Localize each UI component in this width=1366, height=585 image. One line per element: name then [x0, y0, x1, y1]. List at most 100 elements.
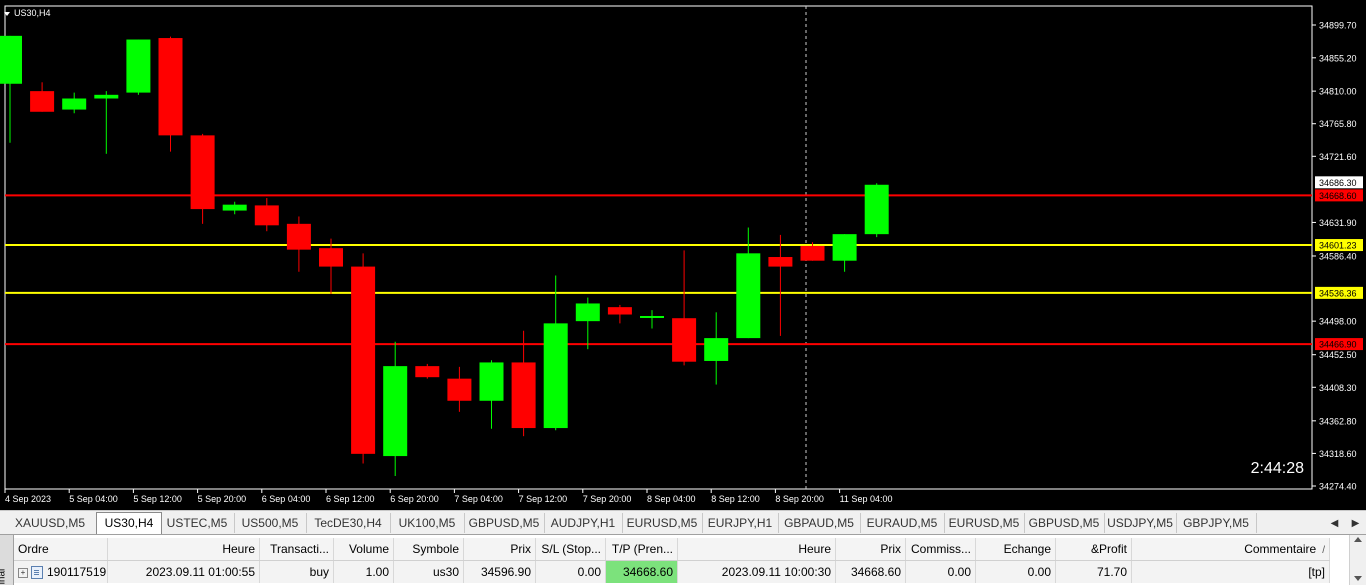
chart-tab[interactable]: GBPUSD,M5: [1024, 513, 1105, 533]
candle-body[interactable]: [864, 184, 889, 235]
column-header-label: T/P (Pren...: [611, 542, 673, 556]
candle-body[interactable]: [511, 362, 536, 429]
column-header-label: Heure: [222, 542, 255, 556]
candle-body[interactable]: [94, 94, 119, 99]
chart-tab[interactable]: EURJPY,H1: [702, 513, 779, 533]
candle-body[interactable]: [640, 315, 664, 318]
column-header-label: Volume: [348, 542, 389, 556]
column-header[interactable]: Heure: [108, 538, 260, 560]
time-tick-label: 5 Sep 20:00: [198, 494, 247, 504]
candle-body[interactable]: [800, 245, 825, 261]
table-cell-value: 1.00: [365, 565, 389, 579]
column-header[interactable]: T/P (Pren...: [606, 538, 678, 560]
candlestick-chart-svg[interactable]: 34899.70 34855.20 34810.00 34765.80 34721.60…: [0, 0, 1366, 510]
column-header[interactable]: Symbole: [394, 538, 464, 560]
candle-body[interactable]: [736, 253, 761, 339]
price-label-text: 34668.60: [1319, 191, 1357, 201]
chart-tab[interactable]: US500,M5: [234, 513, 307, 533]
column-header[interactable]: Volume: [334, 538, 394, 560]
tab-scroll-left-icon[interactable]: ◀: [1324, 513, 1345, 533]
candle-body[interactable]: [254, 205, 279, 226]
column-header[interactable]: Transacti...: [260, 538, 334, 560]
chart-tab[interactable]: GBPJPY,M5: [1176, 513, 1257, 533]
candle-body[interactable]: [415, 366, 440, 378]
column-header[interactable]: &Profit: [1056, 538, 1132, 560]
candle-body[interactable]: [768, 257, 793, 267]
price-tick-label: 34452.50: [1319, 350, 1357, 360]
column-header-label: Prix: [510, 542, 531, 556]
chart-tab[interactable]: EURAUD,M5: [860, 513, 945, 533]
candle-body[interactable]: [607, 307, 632, 315]
column-header[interactable]: Prix: [464, 538, 536, 560]
order-document-icon: [31, 566, 43, 580]
chart-tab[interactable]: EURUSD,M5: [622, 513, 703, 533]
candle-body[interactable]: [222, 204, 247, 211]
chart-symbol-title[interactable]: US30,H4: [4, 8, 51, 18]
candle-body[interactable]: [319, 248, 343, 267]
dropdown-arrow-icon[interactable]: [4, 11, 10, 16]
chart-tab[interactable]: XAUUSD,M5: [4, 513, 97, 533]
table-cell: 1.00: [334, 561, 394, 583]
sort-indicator-icon: /: [1322, 545, 1325, 556]
table-cell: 34596.90: [464, 561, 536, 583]
chart-tab[interactable]: AUDJPY,H1: [544, 513, 623, 533]
candle-body[interactable]: [286, 223, 311, 250]
candle-body[interactable]: [704, 338, 729, 361]
candle-body[interactable]: [672, 318, 697, 362]
time-tick-label: 6 Sep 12:00: [326, 494, 375, 504]
column-header[interactable]: Ordre: [14, 538, 108, 560]
price-label-text: 34601.23: [1319, 241, 1357, 251]
price-chart[interactable]: 34899.70 34855.20 34810.00 34765.80 34721.60…: [0, 0, 1366, 510]
chart-tab[interactable]: GBPAUD,M5: [778, 513, 861, 533]
time-tick-label: 6 Sep 20:00: [390, 494, 439, 504]
candle-body[interactable]: [126, 39, 151, 93]
chart-tab[interactable]: US30,H4: [96, 512, 162, 535]
candle-body[interactable]: [190, 135, 215, 210]
column-header[interactable]: Echange: [976, 538, 1056, 560]
column-header[interactable]: Commentaire /: [1132, 538, 1330, 560]
table-cell-value: 0.00: [947, 565, 971, 579]
column-header[interactable]: S/L (Stop...: [536, 538, 606, 560]
tab-scroll-right-icon[interactable]: ▶: [1345, 513, 1366, 533]
table-cell: us30: [394, 561, 464, 583]
table-cell: [tp]: [1132, 561, 1330, 583]
time-tick-label: 8 Sep 12:00: [711, 494, 760, 504]
scroll-up-icon[interactable]: [1354, 537, 1362, 542]
table-cell: 0.00: [976, 561, 1056, 583]
time-tick-label: 7 Sep 20:00: [583, 494, 632, 504]
table-cell: 71.70: [1056, 561, 1132, 583]
column-header-label: &Profit: [1090, 542, 1127, 556]
scroll-down-icon[interactable]: [1354, 576, 1362, 581]
candle-body[interactable]: [447, 378, 472, 401]
column-header-label: Transacti...: [270, 542, 329, 556]
chart-tab[interactable]: USDJPY,M5: [1104, 513, 1177, 533]
column-header[interactable]: Commiss...: [906, 538, 976, 560]
candle-body[interactable]: [543, 323, 568, 429]
candle-body[interactable]: [30, 91, 55, 112]
table-cell: +190117519: [14, 561, 108, 583]
column-header[interactable]: Heure: [678, 538, 836, 560]
chart-tab[interactable]: UK100,M5: [390, 513, 465, 533]
candle-body[interactable]: [832, 234, 857, 261]
candle-body[interactable]: [158, 38, 183, 136]
candle-body[interactable]: [351, 266, 376, 454]
terminal-side-label[interactable]: inal: [0, 535, 14, 585]
time-tick-label: 8 Sep 04:00: [647, 494, 696, 504]
terminal-scrollbar[interactable]: [1349, 535, 1366, 585]
expand-icon[interactable]: +: [18, 567, 28, 578]
candle-body[interactable]: [383, 366, 408, 457]
candle-body[interactable]: [0, 35, 22, 84]
candle-body[interactable]: [62, 98, 87, 110]
table-cell-value: 190117519: [47, 565, 107, 579]
column-header-label: Heure: [798, 542, 831, 556]
price-tick-label: 34408.30: [1319, 383, 1357, 393]
chart-tab[interactable]: USTEC,M5: [160, 513, 235, 533]
column-header[interactable]: Prix: [836, 538, 906, 560]
table-row[interactable]: +190117519 2023.09.11 01:00:55 buy 1.00 us30…: [14, 561, 1330, 583]
chart-tab[interactable]: TecDE30,H4: [306, 513, 391, 533]
chart-tab[interactable]: GBPUSD,M5: [464, 513, 545, 533]
chart-tab[interactable]: EURUSD,M5: [944, 513, 1025, 533]
candle-body[interactable]: [479, 362, 504, 401]
candle-body[interactable]: [575, 303, 600, 322]
history-header-row: Ordre Heure Transacti... Volume Symbole Prix S…: [14, 538, 1330, 561]
